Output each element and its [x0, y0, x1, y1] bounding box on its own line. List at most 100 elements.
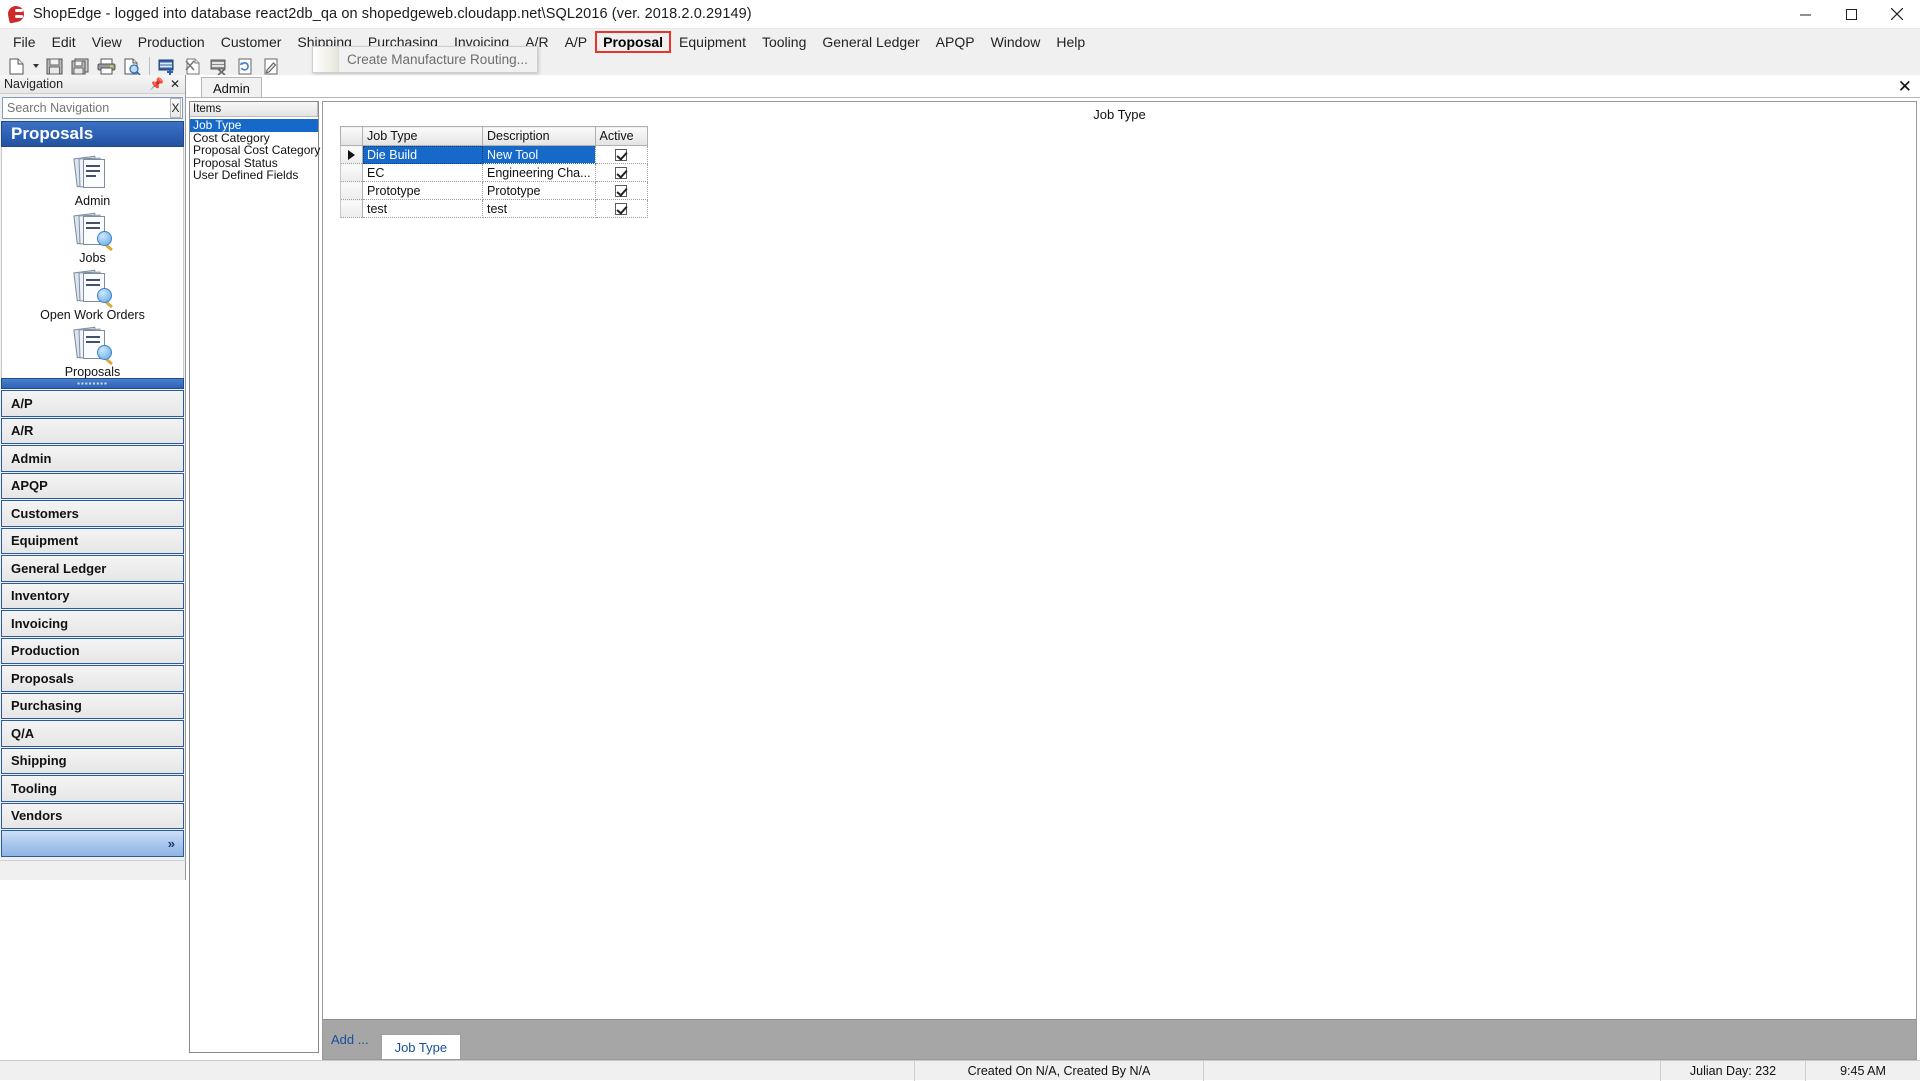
clear-search-button[interactable]: X [170, 98, 181, 118]
nav-shortcut-jobs[interactable]: Jobs [2, 212, 183, 265]
active-checkbox[interactable] [615, 185, 627, 197]
sidebar-item-equipment[interactable]: Equipment [1, 528, 184, 555]
menu-production[interactable]: Production [130, 31, 213, 53]
proposal-doc-icon [73, 155, 113, 193]
nav-shortcut-proposals[interactable]: Proposals [2, 326, 183, 379]
cell-active[interactable] [595, 146, 647, 164]
close-icon[interactable]: ✕ [170, 78, 180, 90]
nav-group-title: Proposals [1, 121, 184, 147]
nav-shortcut-admin[interactable]: Admin [2, 155, 183, 208]
sidebar-item-general-ledger[interactable]: General Ledger [1, 555, 184, 582]
column-header-description[interactable]: Description [483, 127, 596, 146]
menu-tooling[interactable]: Tooling [754, 31, 814, 53]
sidebar-item-inventory[interactable]: Inventory [1, 583, 184, 610]
active-checkbox[interactable] [615, 203, 627, 215]
status-time: 9:45 AM [1805, 1061, 1920, 1081]
column-header-active[interactable]: Active [595, 127, 647, 146]
tab-admin[interactable]: Admin [201, 77, 262, 97]
cell-active[interactable] [595, 200, 647, 218]
cell-job-type[interactable]: EC [363, 164, 483, 182]
items-row-proposal-cost-category[interactable]: Proposal Cost Category [190, 144, 318, 157]
sidebar-item-ar[interactable]: A/R [1, 418, 184, 445]
nav-shortcut-label: Proposals [65, 365, 121, 379]
items-panel-header: Items [190, 102, 318, 117]
sidebar-item-admin[interactable]: Admin [1, 445, 184, 472]
cell-description[interactable]: Prototype [483, 182, 596, 200]
menu-ap[interactable]: A/P [557, 31, 596, 53]
cell-description[interactable]: New Tool [483, 146, 596, 164]
search-input[interactable] [3, 100, 170, 116]
mdi-close-icon[interactable]: ✕ [1898, 78, 1912, 95]
status-bar: Created On N/A, Created By N/A Julian Da… [0, 1060, 1920, 1080]
maximize-button[interactable] [1828, 0, 1874, 29]
footer-tab-job-type[interactable]: Job Type [381, 1034, 462, 1059]
proposal-doc-search-icon [73, 212, 113, 250]
detail-footer: Add ... Job Type [323, 1019, 1916, 1059]
pin-icon[interactable]: 📌 [149, 78, 164, 90]
menu-customer[interactable]: Customer [213, 31, 290, 53]
sidebar-item-proposals[interactable]: Proposals [1, 665, 184, 692]
items-row-user-defined-fields[interactable]: User Defined Fields [190, 169, 318, 182]
cell-job-type[interactable]: Prototype [363, 182, 483, 200]
row-indicator-cell [341, 164, 363, 182]
menu-edit[interactable]: Edit [44, 31, 84, 53]
table-row[interactable]: test test [341, 200, 648, 218]
proposal-doc-search-icon [73, 326, 113, 364]
sidebar-item-apqp[interactable]: APQP [1, 473, 184, 500]
navigation-panel: Navigation 📌 ✕ X Proposals Admin Jobs [0, 75, 186, 860]
mdi-body: Items Job Type Cost Category Proposal Co… [186, 97, 1920, 1060]
items-panel: Items Job Type Cost Category Proposal Co… [189, 101, 319, 1053]
nav-shortcut-label: Admin [75, 194, 110, 208]
close-button[interactable] [1874, 0, 1920, 29]
sidebar-item-vendors[interactable]: Vendors [1, 803, 184, 830]
menu-bar: File Edit View Production Customer Shipp… [0, 29, 1920, 54]
menu-general-ledger[interactable]: General Ledger [814, 31, 927, 53]
nav-splitter[interactable]: ▪▪▪▪▪▪▪▪ [1, 378, 184, 389]
cell-active[interactable] [595, 164, 647, 182]
title-bar: ShopEdge - logged into database react2db… [0, 0, 1920, 29]
menu-proposal[interactable]: Proposal [595, 31, 671, 53]
sidebar-item-tooling[interactable]: Tooling [1, 775, 184, 802]
menu-file[interactable]: File [5, 31, 44, 53]
items-row-job-type[interactable]: Job Type [190, 119, 318, 132]
shopedge-logo-icon [7, 5, 25, 23]
menu-equipment[interactable]: Equipment [671, 31, 754, 53]
window-controls [1782, 0, 1920, 29]
menu-view[interactable]: View [84, 31, 130, 53]
nav-shortcut-list: Admin Jobs Open Work Orders P [1, 147, 184, 378]
active-checkbox[interactable] [615, 167, 627, 179]
sidebar-item-shipping[interactable]: Shipping [1, 748, 184, 775]
sidebar-item-production[interactable]: Production [1, 638, 184, 665]
row-indicator-cell [341, 182, 363, 200]
cell-job-type[interactable]: test [363, 200, 483, 218]
menu-window[interactable]: Window [983, 31, 1049, 53]
sidebar-item-purchasing[interactable]: Purchasing [1, 693, 184, 720]
active-checkbox[interactable] [615, 149, 627, 161]
sidebar-item-invoicing[interactable]: Invoicing [1, 610, 184, 637]
column-header-job-type[interactable]: Job Type [363, 127, 483, 146]
cell-description[interactable]: test [483, 200, 596, 218]
menu-help[interactable]: Help [1048, 31, 1093, 53]
proposal-dropdown-menu[interactable]: Create Manufacture Routing... [312, 46, 538, 73]
cell-description[interactable]: Engineering Cha... [483, 164, 596, 182]
table-row[interactable]: EC Engineering Cha... [341, 164, 648, 182]
minimize-button[interactable] [1782, 0, 1828, 29]
nav-shortcut-open-work-orders[interactable]: Open Work Orders [2, 269, 183, 322]
menu-item-create-manufacture-routing[interactable]: Create Manufacture Routing... [339, 52, 528, 67]
cell-job-type[interactable]: Die Build [363, 146, 483, 164]
sidebar-item-ap[interactable]: A/P [1, 390, 184, 417]
grid-corner-header [341, 127, 363, 146]
mdi-workspace: Admin ✕ Items Job Type Cost Category Pro… [186, 75, 1920, 1060]
add-button[interactable]: Add ... [331, 1032, 369, 1047]
nav-expand-button[interactable]: » [1, 830, 184, 857]
menu-apqp[interactable]: APQP [928, 31, 983, 53]
page-title: Job Type [323, 102, 1916, 126]
proposal-doc-search-icon [73, 269, 113, 307]
cell-active[interactable] [595, 182, 647, 200]
sidebar-item-qa[interactable]: Q/A [1, 720, 184, 747]
job-type-grid: Job Type Description Active Die Build Ne… [340, 126, 648, 218]
sidebar-item-customers[interactable]: Customers [1, 500, 184, 527]
table-row[interactable]: Prototype Prototype [341, 182, 648, 200]
search-navigation-box[interactable]: X [2, 97, 183, 119]
table-row[interactable]: Die Build New Tool [341, 146, 648, 164]
